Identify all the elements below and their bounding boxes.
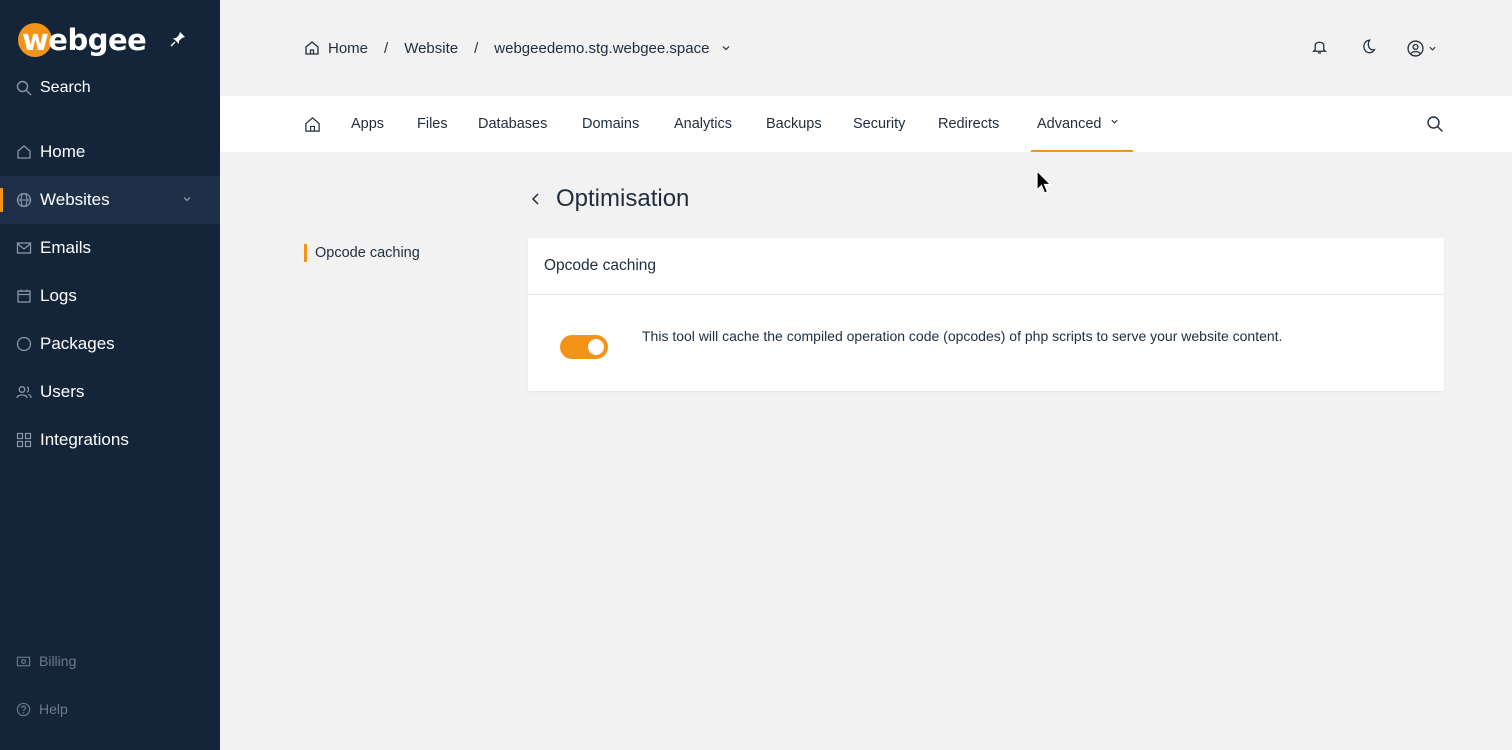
- sidebar-search-label: Search: [40, 79, 91, 96]
- mouse-cursor-icon: [1036, 170, 1052, 194]
- mail-icon: [16, 242, 32, 254]
- opcode-caching-toggle[interactable]: [560, 335, 608, 359]
- tab-backups[interactable]: Backups: [766, 96, 822, 152]
- tab-security[interactable]: Security: [853, 96, 905, 152]
- sidebar-search[interactable]: Search: [16, 76, 91, 100]
- calendar-icon: [17, 289, 31, 303]
- sidebar-item-users[interactable]: Users: [0, 368, 220, 416]
- webgee-logo[interactable]: webgee: [18, 22, 147, 58]
- breadcrumb-home[interactable]: Home: [328, 40, 368, 57]
- sidebar-item-logs[interactable]: Logs: [0, 272, 220, 320]
- sidebar-item-help[interactable]: Help: [16, 699, 68, 719]
- breadcrumb: Home / Website / webgeedemo.stg.webgee.s…: [304, 36, 731, 60]
- chevron-down-icon[interactable]: [721, 43, 731, 53]
- sidebar-item-label: Logs: [40, 286, 77, 305]
- subnav-item-opcode-caching[interactable]: Opcode caching: [304, 244, 420, 262]
- back-chevron-icon[interactable]: [529, 191, 543, 207]
- circle-icon: [16, 336, 32, 352]
- chevron-down-icon: [1110, 119, 1118, 124]
- home-icon: [17, 145, 31, 159]
- card-description: This tool will cache the compiled operat…: [642, 328, 1283, 344]
- sidebar-item-label: Websites: [40, 190, 110, 209]
- tab-domains[interactable]: Domains: [582, 96, 639, 152]
- toggle-knob: [588, 339, 604, 355]
- sidebar-item-label: Billing: [39, 653, 77, 669]
- tab-databases[interactable]: Databases: [478, 96, 547, 152]
- bell-icon: [1312, 41, 1327, 54]
- sidebar-item-label: Integrations: [40, 430, 129, 449]
- top-bar: Home / Website / webgeedemo.stg.webgee.s…: [220, 0, 1512, 96]
- tab-advanced[interactable]: Advanced: [1031, 96, 1132, 152]
- opcode-caching-card: Opcode caching This tool will cache the …: [528, 238, 1444, 391]
- user-menu-button[interactable]: [1407, 38, 1443, 58]
- breadcrumb-separator: /: [474, 39, 479, 57]
- sidebar-item-label: Users: [40, 382, 85, 401]
- sidebar-item-label: Emails: [40, 238, 92, 257]
- sidebar: webgee Search Home Websites Emails Logs …: [0, 0, 220, 750]
- dark-mode-toggle[interactable]: [1359, 38, 1376, 58]
- user-avatar-icon: [1407, 39, 1424, 57]
- globe-icon: [16, 192, 32, 208]
- grid-icon: [16, 432, 32, 448]
- tab-home[interactable]: [304, 96, 321, 152]
- home-icon: [305, 116, 320, 132]
- pin-icon[interactable]: [170, 31, 186, 47]
- sidebar-item-home[interactable]: Home: [0, 128, 220, 176]
- tab-analytics[interactable]: Analytics: [674, 96, 732, 152]
- tab-files[interactable]: Files: [417, 96, 448, 152]
- search-icon: [16, 80, 32, 96]
- breadcrumb-website[interactable]: Website: [404, 40, 458, 57]
- sidebar-item-label: Home: [40, 142, 86, 161]
- chevron-down-icon: [183, 197, 191, 202]
- page-title: Optimisation: [556, 185, 690, 212]
- tab-advanced-label: Advanced: [1037, 116, 1102, 132]
- users-icon: [16, 386, 32, 399]
- billing-icon: [16, 656, 31, 666]
- sidebar-item-integrations[interactable]: Integrations: [0, 416, 220, 464]
- tab-redirects[interactable]: Redirects: [938, 96, 999, 152]
- sidebar-item-emails[interactable]: Emails: [0, 224, 220, 272]
- home-icon: [305, 41, 319, 55]
- sidebar-item-billing[interactable]: Billing: [16, 651, 76, 671]
- help-icon: [16, 702, 31, 716]
- search-icon[interactable]: [1426, 115, 1444, 133]
- website-tabs: Apps Files Databases Domains Analytics B…: [220, 96, 1512, 152]
- notifications-button[interactable]: [1311, 38, 1328, 58]
- sidebar-item-websites[interactable]: Websites: [0, 176, 220, 224]
- sidebar-item-label: Packages: [40, 334, 115, 353]
- chevron-down-icon: [1429, 46, 1436, 51]
- moon-icon: [1363, 39, 1376, 54]
- card-title: Opcode caching: [528, 238, 1444, 295]
- sidebar-item-packages[interactable]: Packages: [0, 320, 220, 368]
- breadcrumb-separator: /: [384, 39, 389, 57]
- tab-apps[interactable]: Apps: [351, 96, 384, 152]
- breadcrumb-domain-select[interactable]: webgeedemo.stg.webgee.space: [494, 40, 709, 57]
- logo-text: webgee: [22, 23, 147, 57]
- sidebar-item-label: Help: [39, 701, 68, 717]
